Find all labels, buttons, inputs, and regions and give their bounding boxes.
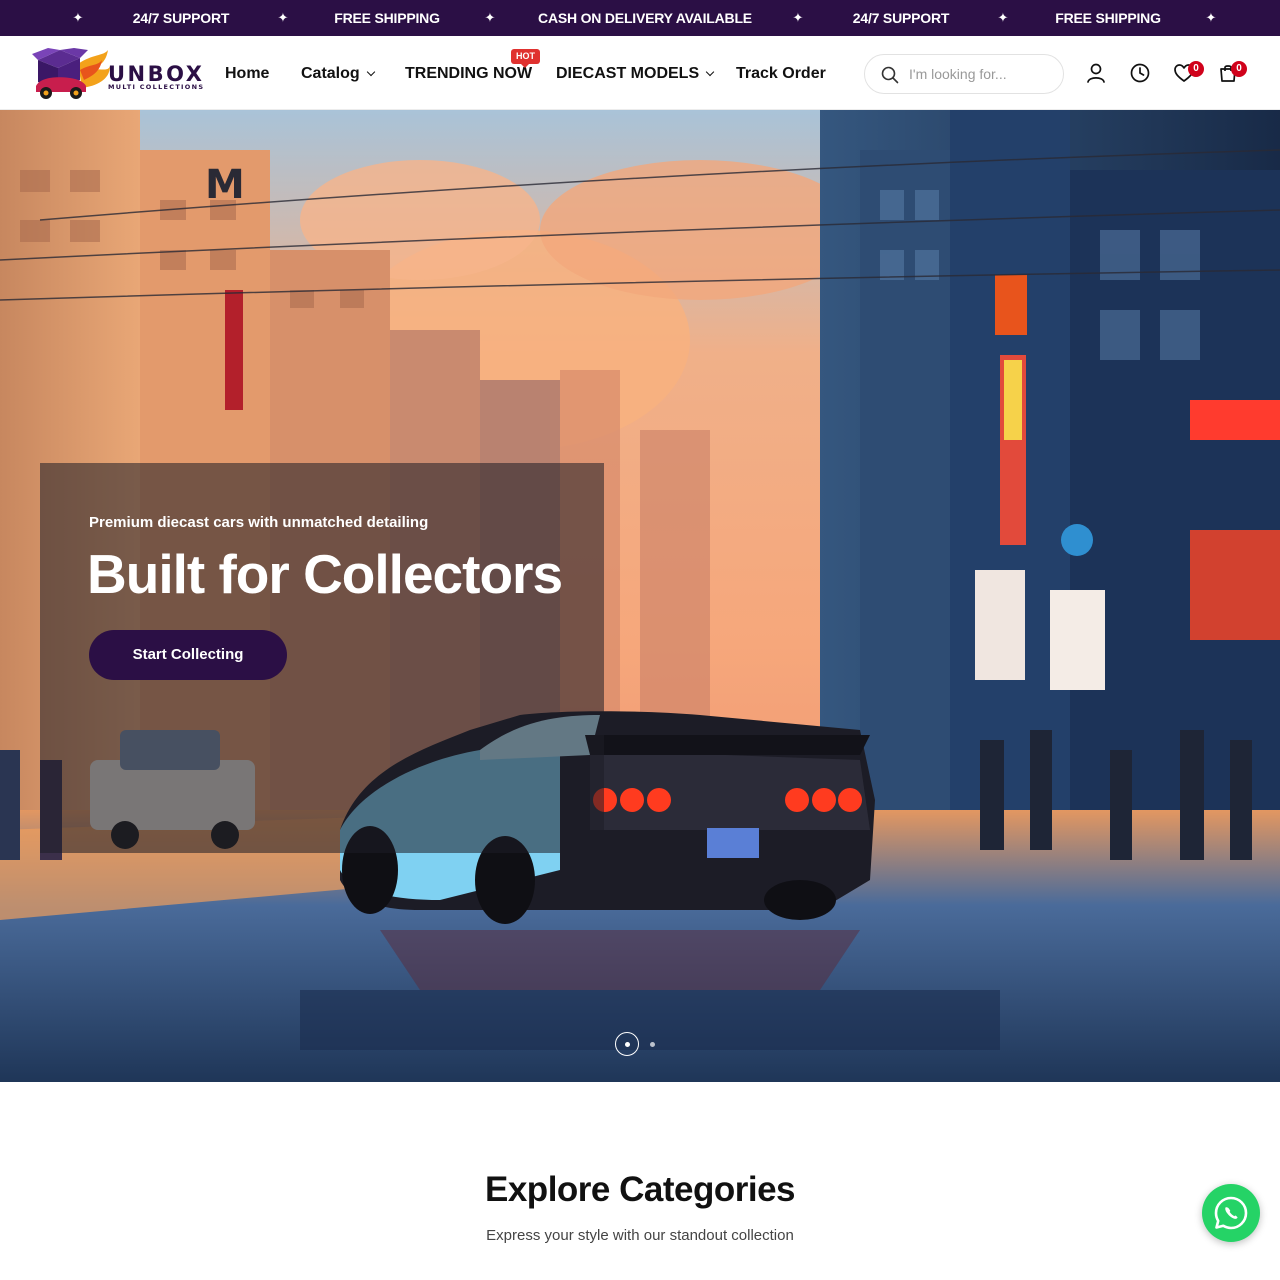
start-collecting-button[interactable]: Start Collecting — [89, 630, 287, 680]
search-input[interactable] — [909, 63, 1054, 85]
clock-icon[interactable] — [1129, 62, 1151, 84]
hot-badge: HOT — [511, 49, 540, 68]
categories-subtitle: Express your style with our standout col… — [486, 1227, 794, 1244]
announcement-item: 24/7 SUPPORT — [852, 10, 950, 26]
hero-title: Built for Collectors — [87, 543, 563, 605]
nav-catalog[interactable]: Catalog — [301, 65, 375, 83]
nav-catalog-label: Catalog — [301, 65, 360, 82]
hero-slider[interactable]: M Premium diecast cars with unmatched de… — [0, 110, 1280, 1082]
hero-subtitle: Premium diecast cars with unmatched deta… — [89, 514, 429, 531]
svg-text:M: M — [205, 162, 245, 208]
nav-diecast-models[interactable]: DIECAST MODELS — [556, 65, 715, 83]
announcement-item: CASH ON DELIVERY AVAILABLE — [538, 10, 752, 26]
nav-home[interactable]: Home — [225, 65, 269, 83]
categories-title: Explore Categories — [485, 1170, 796, 1209]
announcement-bar: ✦ 24/7 SUPPORT ✦ FREE SHIPPING ✦ CASH ON… — [0, 0, 1280, 36]
search-bar[interactable] — [864, 54, 1064, 94]
user-icon[interactable] — [1085, 62, 1107, 84]
star-icon: ✦ — [484, 10, 496, 25]
star-icon: ✦ — [997, 10, 1009, 25]
whatsapp-icon — [1214, 1196, 1248, 1230]
announcement-item: FREE SHIPPING — [334, 10, 440, 26]
nav-trending[interactable]: TRENDING NOW — [405, 65, 532, 83]
search-icon — [881, 66, 899, 84]
announcement-item: FREE SHIPPING — [1055, 10, 1161, 26]
star-icon: ✦ — [1205, 10, 1217, 25]
whatsapp-button[interactable] — [1202, 1184, 1260, 1242]
slider-dot-active[interactable] — [615, 1032, 639, 1056]
cart-count: 0 — [1231, 61, 1247, 77]
star-icon: ✦ — [792, 10, 804, 25]
brand-tagline: MULTI COLLECTIONS — [108, 83, 205, 91]
star-icon: ✦ — [72, 10, 84, 25]
slider-dot[interactable] — [650, 1042, 655, 1047]
nav-track-order[interactable]: Track Order — [736, 65, 826, 83]
announcement-item: 24/7 SUPPORT — [132, 10, 230, 26]
nav-diecast-label: DIECAST MODELS — [556, 65, 700, 82]
chevron-down-icon — [705, 67, 715, 77]
wishlist-count: 0 — [1188, 61, 1204, 77]
star-icon: ✦ — [277, 10, 289, 25]
chevron-down-icon — [366, 67, 375, 77]
